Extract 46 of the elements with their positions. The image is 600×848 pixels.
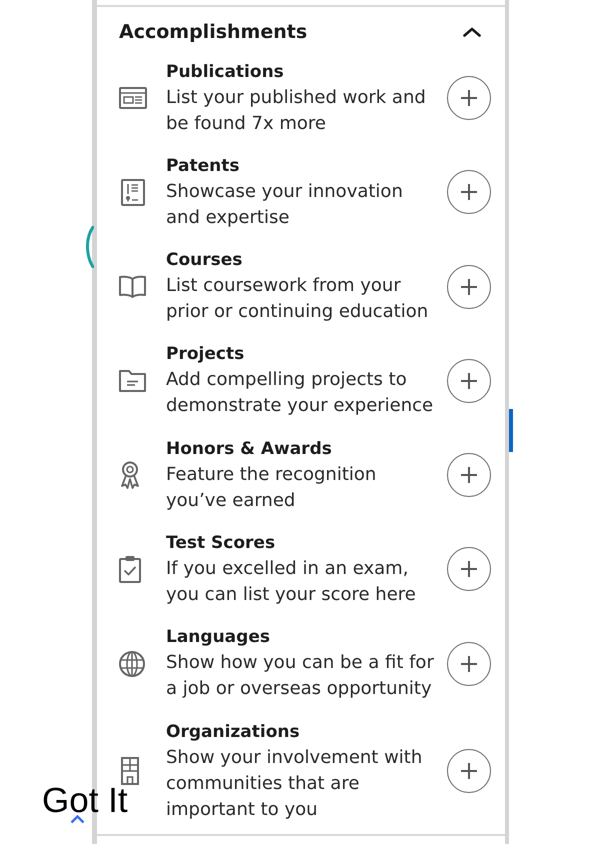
section-title: Accomplishments xyxy=(119,20,308,44)
accent-bar xyxy=(509,409,513,452)
add-button[interactable] xyxy=(447,358,491,403)
plus-icon xyxy=(460,183,478,202)
item-title: Organizations xyxy=(166,720,301,744)
item-description: Add compelling projects to demonstrate your experience xyxy=(166,368,434,418)
plus-icon xyxy=(460,278,478,296)
plus-icon xyxy=(460,560,478,578)
item-description: Show your involvement with communities that are important to you xyxy=(166,746,424,822)
add-button[interactable] xyxy=(447,749,491,794)
certificate-icon xyxy=(121,178,145,206)
caret-icon xyxy=(70,815,85,824)
item-description: If you excelled in an exam, you can list your score here xyxy=(166,556,417,607)
item-title: Courses xyxy=(166,249,244,272)
medal-icon xyxy=(119,461,141,490)
add-button[interactable] xyxy=(447,547,491,592)
folder-icon xyxy=(119,369,146,392)
add-button[interactable] xyxy=(447,642,491,686)
item-description: Show how you can be a fit for a job or overseas opportunity xyxy=(166,651,435,702)
building-icon xyxy=(119,757,141,786)
plus-icon xyxy=(460,654,478,673)
add-button[interactable] xyxy=(447,76,491,120)
clipboard-check-icon xyxy=(119,555,141,584)
item-description: List coursework from your prior or continuing education xyxy=(166,274,430,324)
item-description: List your published work and be found 7x more xyxy=(166,86,427,136)
globe-icon xyxy=(119,650,145,677)
plus-icon xyxy=(460,466,478,484)
got-it-button[interactable]: Got It xyxy=(42,783,128,818)
add-button[interactable] xyxy=(447,453,491,498)
add-button[interactable] xyxy=(447,264,491,309)
item-title: Languages xyxy=(166,626,271,650)
book-icon xyxy=(119,275,146,298)
item-title: Projects xyxy=(166,343,246,366)
chevron-up-icon[interactable] xyxy=(463,27,481,37)
plus-icon xyxy=(460,762,478,780)
item-title: Honors & Awards xyxy=(166,438,333,461)
item-description: Feature the recognition you’ve earned xyxy=(166,462,378,513)
item-description: Showcase your innovation and expertise xyxy=(166,180,404,230)
add-button[interactable] xyxy=(447,170,491,214)
item-title: Test Scores xyxy=(166,532,276,555)
plus-icon xyxy=(460,89,478,107)
article-icon xyxy=(119,87,147,109)
plus-icon xyxy=(460,372,478,390)
arc-drawing xyxy=(86,226,94,268)
item-title: Publications xyxy=(166,60,285,84)
item-title: Patents xyxy=(166,154,240,178)
